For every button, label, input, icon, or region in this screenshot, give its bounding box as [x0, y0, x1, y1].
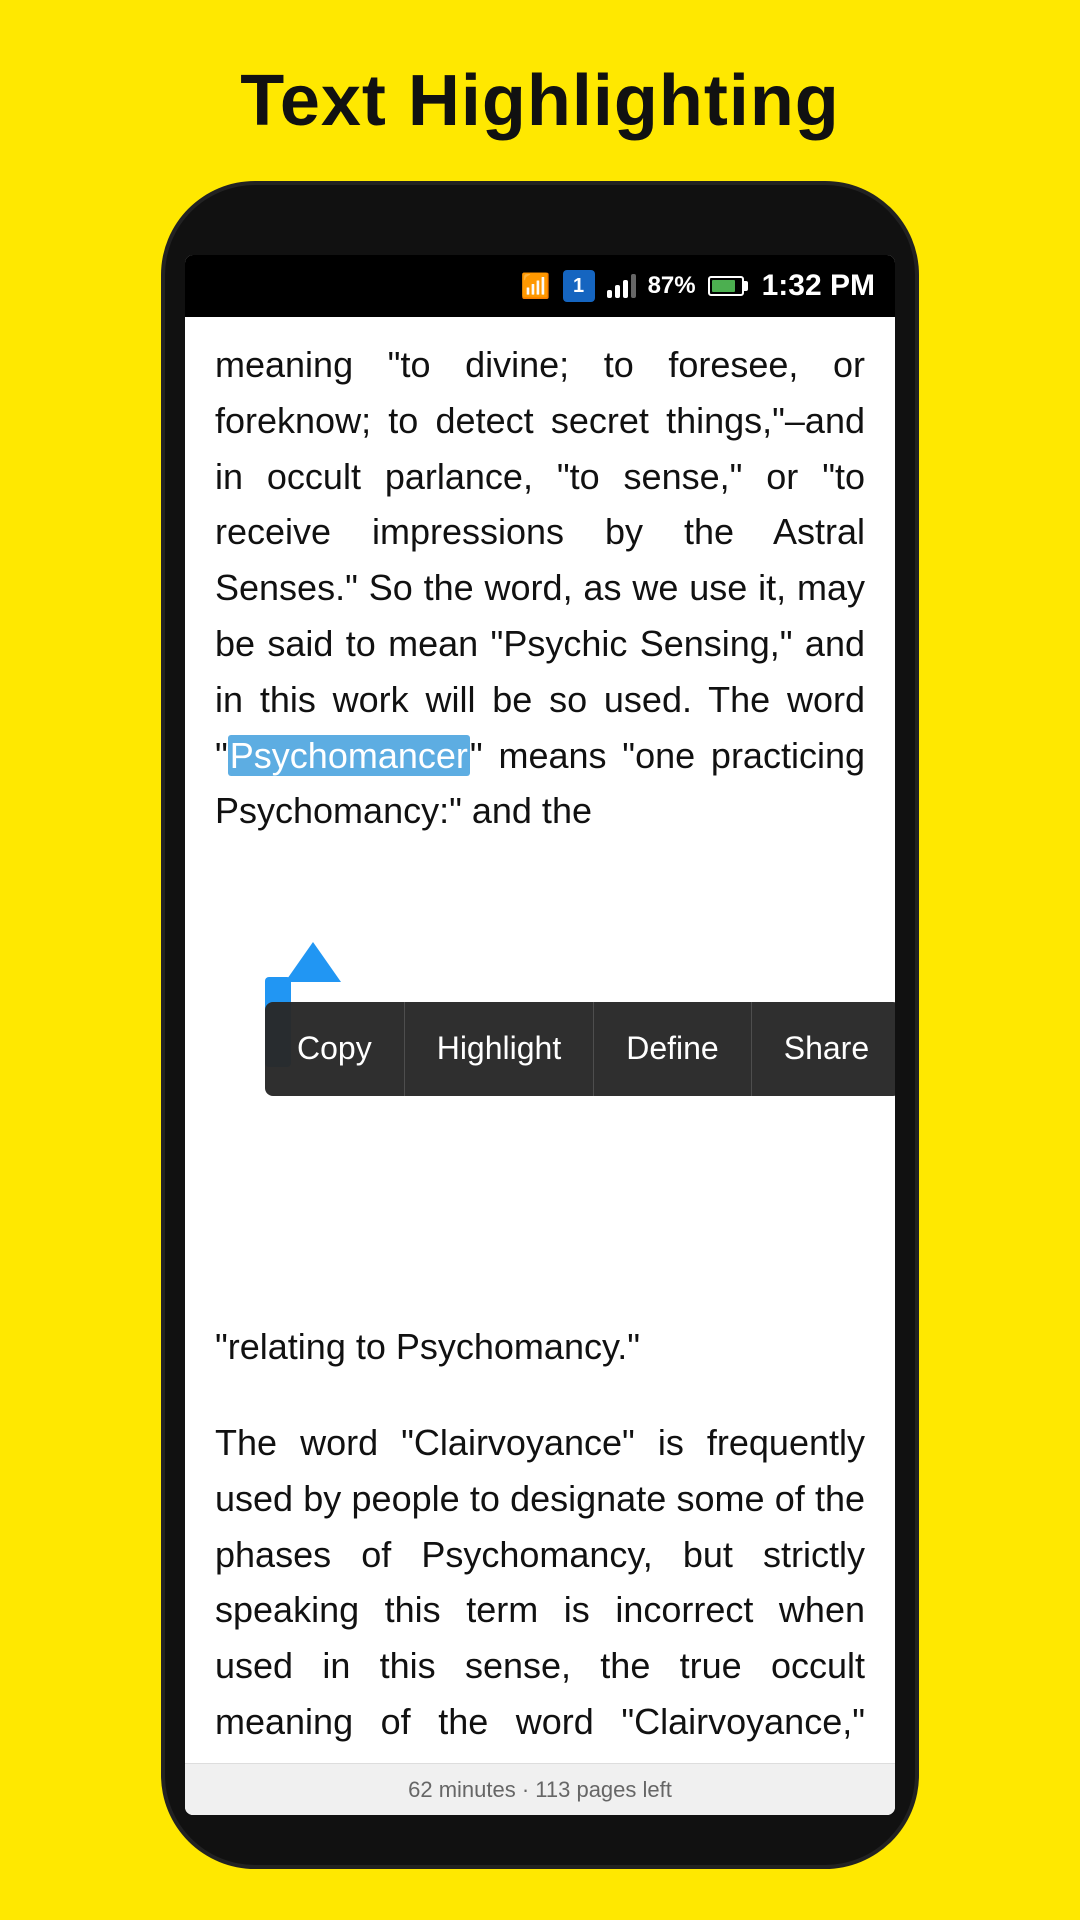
phone-wrapper: 📶 1 87% 1:32 PM meaning "to divine; to f…: [165, 185, 915, 1865]
context-menu-share[interactable]: Share: [752, 1002, 895, 1096]
notification-badge: 1: [563, 270, 595, 302]
phone-screen: 📶 1 87% 1:32 PM meaning "to divine; to f…: [185, 255, 895, 1815]
context-menu-highlight[interactable]: Highlight: [405, 1002, 595, 1096]
battery-icon: [708, 276, 744, 296]
paragraph-1-before: meaning "to divine; to foresee, or forek…: [215, 344, 865, 776]
paragraph-2: The word "Clairvoyance" is frequently us…: [215, 1415, 865, 1806]
time-display: 1:32 PM: [762, 269, 875, 303]
wifi-icon: 📶: [521, 272, 551, 301]
reading-footer: 62 minutes · 113 pages left: [185, 1763, 895, 1815]
selection-handle-left-arrow: [285, 942, 341, 982]
highlighted-word: Psychomancer: [228, 735, 470, 776]
paragraph-1: meaning "to divine; to foresee, or forek…: [215, 337, 865, 839]
partial-line: "relating to Psychomancy.": [215, 1319, 865, 1375]
signal-bars-icon: [607, 274, 636, 298]
reading-footer-text: 62 minutes · 113 pages left: [408, 1777, 672, 1803]
reading-content: meaning "to divine; to foresee, or forek…: [185, 317, 895, 1815]
context-menu-define[interactable]: Define: [594, 1002, 752, 1096]
context-menu: Copy Highlight Define Share: [265, 1002, 895, 1096]
page-title-text: Text Highlighting: [0, 0, 1080, 182]
battery-percent-text: 87%: [648, 272, 696, 300]
context-menu-copy[interactable]: Copy: [265, 1002, 405, 1096]
status-bar: 📶 1 87% 1:32 PM: [185, 255, 895, 317]
